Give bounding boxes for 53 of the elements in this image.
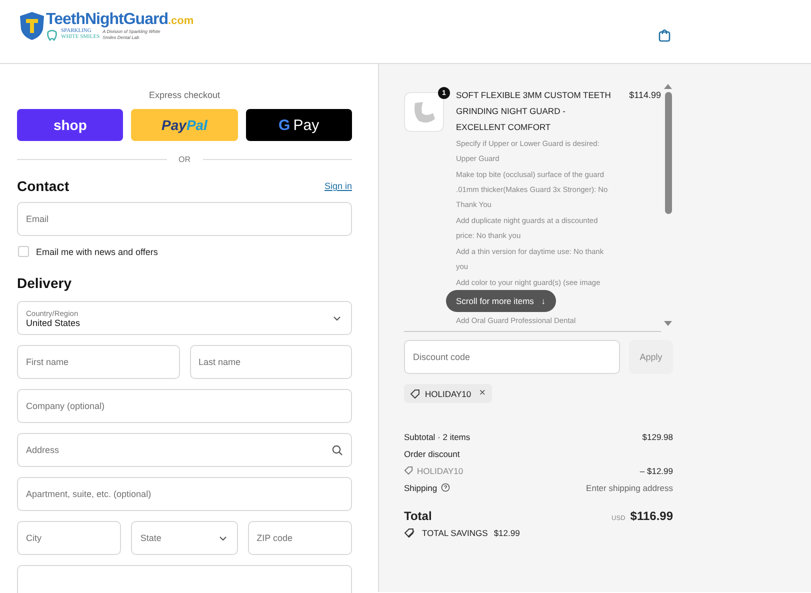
sign-in-link[interactable]: Sign in (324, 181, 352, 191)
discount-code-text: HOLIDAY10 (425, 388, 472, 398)
newsletter-label: Email me with news and offers (36, 246, 158, 256)
email-field[interactable]: Email (17, 202, 352, 236)
shield-logo-icon (19, 10, 45, 40)
total-savings-label: TOTAL SAVINGS (422, 528, 488, 538)
brand-suffix: .com (168, 14, 194, 26)
shopping-bag-icon[interactable] (658, 28, 671, 42)
scroll-down-arrow-icon[interactable] (664, 321, 672, 326)
newsletter-checkbox[interactable] (18, 246, 29, 257)
total-savings-value: $12.99 (494, 528, 520, 538)
text-field[interactable]: Apartment, suite, etc. (optional) (17, 477, 352, 511)
total-label: Total (404, 509, 432, 523)
shop-pay-button[interactable]: shop (17, 109, 124, 141)
google-pay-button[interactable]: G Pay (246, 109, 352, 141)
subtotal-value: $129.98 (642, 432, 673, 442)
text-field[interactable]: City (17, 521, 122, 555)
express-checkout-title: Express checkout (148, 90, 222, 100)
subtotal-label: Subtotal · 2 items (404, 432, 470, 442)
tooth-icon (46, 28, 58, 40)
product-title: SOFT FLEXIBLE 3MM CUSTOM TEETH GRINDING NIGHT GUARD - EXCELLENT COMFORT (456, 89, 612, 134)
shipping-label: Shipping (404, 482, 438, 492)
or-divider-text: OR (178, 155, 190, 164)
contact-heading: Contact (17, 178, 70, 194)
shipping-value: Enter shipping address (586, 482, 673, 492)
scroll-up-arrow-icon[interactable] (664, 84, 672, 89)
total-amount: $116.99 (630, 509, 673, 523)
scrollbar-thumb[interactable] (664, 92, 672, 214)
chevron-down-icon (333, 316, 341, 321)
discount-amount: – $12.99 (640, 466, 673, 476)
discount-code-text: HOLIDAY10 (417, 466, 464, 476)
search-icon (332, 444, 343, 456)
chevron-down-icon (218, 536, 227, 540)
order-discount-label: Order discount (404, 448, 460, 458)
delivery-heading: Delivery (17, 275, 72, 291)
text-field[interactable]: Last name (190, 345, 352, 379)
text-field[interactable]: First name (17, 345, 180, 379)
address-field[interactable]: Address (17, 433, 352, 467)
tag-icon (404, 466, 413, 475)
text-field[interactable]: ZIP code (248, 521, 352, 555)
remove-button[interactable]: × (479, 388, 486, 399)
help-icon[interactable] (441, 483, 450, 492)
state-select[interactable]: State (131, 521, 238, 555)
tag-icon (410, 388, 420, 398)
product-thumbnail (404, 92, 444, 132)
brand-name: TeethNightGuard (46, 10, 168, 28)
product-price: $114.99 (629, 89, 661, 102)
scroll-hint-pill[interactable]: Scroll for more items ↓ (446, 290, 556, 312)
tags-icon (404, 528, 416, 538)
paypal-button[interactable]: PayPal (131, 109, 238, 141)
text-field[interactable] (17, 565, 352, 593)
discount-code-field[interactable]: Discount code (404, 340, 620, 374)
text-field[interactable]: Company (optional) (17, 389, 352, 423)
